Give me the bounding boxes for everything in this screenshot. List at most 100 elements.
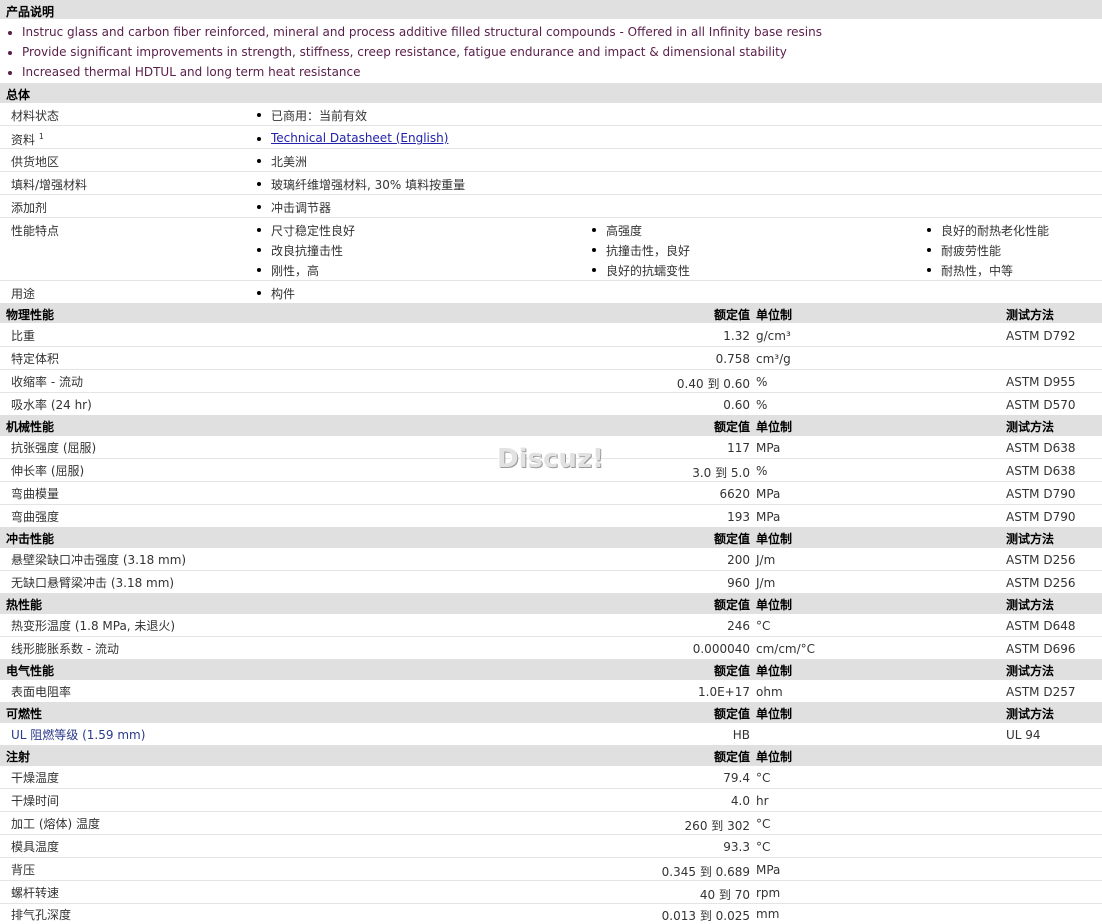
col-header-method: 测试方法 (1006, 532, 1055, 546)
property-value: 0.40 到 0.60 (676, 377, 750, 391)
property-row: 表面电阻率 1.0E+17 ohm ASTM D257 (0, 680, 1102, 702)
property-row: 吸水率 (24 hr) 0.60 % ASTM D570 (0, 393, 1102, 415)
property-label: 螺杆转速 (11, 886, 60, 900)
row-value: 冲击调节器 (256, 201, 332, 215)
property-label: 吸水率 (24 hr) (11, 398, 92, 412)
property-value: 246 (727, 619, 750, 633)
property-unit: MPa (756, 510, 781, 524)
property-label: 无缺口悬臂梁冲击 (3.18 mm) (11, 576, 175, 590)
property-row: 热变形温度 (1.8 MPa, 未退火) 246 °C ASTM D648 (0, 614, 1102, 637)
section-header-flammability: 可燃性 额定值 单位制 测试方法 (0, 702, 1102, 723)
property-unit: mm (756, 907, 780, 921)
feature-item: 改良抗撞击性 (256, 244, 344, 258)
section-title: 可燃性 (6, 707, 43, 721)
row-label: 性能特点 (11, 224, 60, 238)
feature-item: 抗撞击性，良好 (591, 244, 691, 258)
feature-item: 良好的耐热老化性能 (926, 224, 1050, 238)
general-row-docs: 资料 1 Technical Datasheet (English) (0, 126, 1102, 149)
property-unit: hr (756, 794, 769, 808)
property-unit: °C (756, 817, 771, 831)
row-label: 资料 1 (11, 131, 44, 148)
feature-item: 尺寸稳定性良好 (256, 224, 356, 238)
watermark: Discuz! (497, 444, 604, 474)
section-header-physical: 物理性能 额定值 单位制 测试方法 (0, 303, 1102, 323)
property-value: 4.0 (730, 794, 750, 808)
section-title: 产品说明 (6, 5, 55, 19)
section-title: 电气性能 (6, 664, 55, 678)
general-row-filler: 填料/增强材料 玻璃纤维增强材料, 30% 填料按重量 (0, 172, 1102, 195)
property-row: 线形膨胀系数 - 流动 0.000040 cm/cm/°C ASTM D696 (0, 637, 1102, 659)
datasheet-link-wrap: Technical Datasheet (English) (256, 131, 448, 145)
property-label: 线形膨胀系数 - 流动 (11, 642, 119, 656)
property-value: 93.3 (723, 840, 750, 854)
property-row: 模具温度 93.3 °C (0, 835, 1102, 858)
feature-item: 耐热性，中等 (926, 264, 1014, 278)
section-title: 总体 (6, 88, 31, 102)
col-header-unit: 单位制 (756, 420, 793, 434)
property-unit: % (756, 398, 768, 412)
docs-label-text: 资料 (11, 133, 36, 147)
property-method: ASTM D256 (1006, 553, 1076, 567)
property-method: ASTM D696 (1006, 642, 1076, 656)
property-value: 0.013 到 0.025 (661, 909, 750, 923)
property-method: ASTM D638 (1006, 441, 1076, 455)
property-method: ASTM D256 (1006, 576, 1076, 590)
col-header-method: 测试方法 (1006, 707, 1055, 721)
property-value: 6620 (719, 487, 750, 501)
section-header-mechanical: 机械性能 额定值 单位制 测试方法 (0, 415, 1102, 436)
property-value: 0.758 (715, 352, 750, 366)
section-title: 冲击性能 (6, 532, 55, 546)
section-header-general: 总体 (0, 83, 1102, 103)
general-row-additive: 添加剂 冲击调节器 (0, 195, 1102, 218)
row-label: 用途 (11, 287, 36, 301)
property-row: 排气孔深度 0.013 到 0.025 mm (0, 904, 1102, 923)
section-header-injection: 注射 额定值 单位制 (0, 745, 1102, 766)
row-value: 玻璃纤维增强材料, 30% 填料按重量 (256, 178, 466, 192)
property-unit: °C (756, 771, 771, 785)
property-row: 螺杆转速 40 到 70 rpm (0, 881, 1102, 904)
property-label: UL 阻燃等级 (1.59 mm) (11, 728, 146, 742)
property-method: ASTM D792 (1006, 329, 1076, 343)
col-header-unit: 单位制 (756, 707, 793, 721)
property-unit: MPa (756, 487, 781, 501)
property-label: 弯曲强度 (11, 510, 60, 524)
row-label: 填料/增强材料 (11, 178, 88, 192)
property-label: 弯曲模量 (11, 487, 60, 501)
general-row-uses: 用途 构件 (0, 281, 1102, 303)
property-unit: rpm (756, 886, 781, 900)
col-header-unit: 单位制 (756, 750, 793, 764)
property-row: 特定体积 0.758 cm³/g (0, 347, 1102, 370)
property-unit: % (756, 375, 768, 389)
property-value: 0.000040 (692, 642, 750, 656)
col-header-value: 额定值 (713, 707, 750, 721)
general-row-region: 供货地区 北美洲 (0, 149, 1102, 172)
property-label: 比重 (11, 329, 36, 343)
description-item: Provide significant improvements in stre… (8, 45, 787, 59)
row-label: 添加剂 (11, 201, 48, 215)
section-title: 物理性能 (6, 308, 55, 322)
row-value: 北美洲 (256, 155, 308, 169)
feature-item: 耐疲劳性能 (926, 244, 1002, 258)
property-value: 0.60 (723, 398, 750, 412)
row-value: 已商用：当前有效 (256, 109, 368, 123)
property-label: 伸长率 (屈服) (11, 464, 85, 478)
row-label: 供货地区 (11, 155, 60, 169)
property-unit: cm/cm/°C (756, 642, 816, 656)
property-method: ASTM D570 (1006, 398, 1076, 412)
property-unit: ohm (756, 685, 783, 699)
section-header-thermal: 热性能 额定值 单位制 测试方法 (0, 593, 1102, 614)
section-title: 机械性能 (6, 420, 55, 434)
property-value: 1.0E+17 (698, 685, 750, 699)
property-method: ASTM D638 (1006, 464, 1076, 478)
property-unit: MPa (756, 863, 781, 877)
datasheet-link[interactable]: Technical Datasheet (English) (271, 131, 448, 145)
property-unit: J/m (756, 553, 776, 567)
feature-item: 高强度 (591, 224, 643, 238)
property-value: 3.0 到 5.0 (692, 466, 750, 480)
property-value: 40 到 70 (699, 888, 750, 902)
section-header-description: 产品说明 (0, 0, 1102, 19)
property-method: ASTM D648 (1006, 619, 1076, 633)
property-row: UL 阻燃等级 (1.59 mm) HB UL 94 (0, 723, 1102, 745)
section-header-electrical: 电气性能 额定值 单位制 测试方法 (0, 659, 1102, 680)
feature-item: 良好的抗蠕变性 (591, 264, 691, 278)
